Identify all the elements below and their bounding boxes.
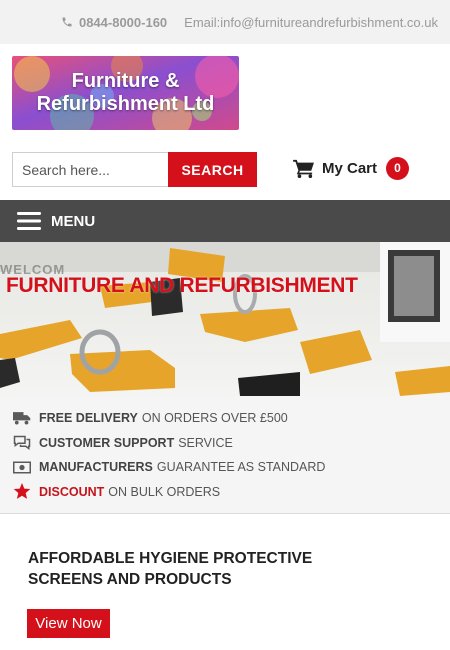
email-link[interactable]: Email:info@furnitureandrefurbishment.co.… [184, 15, 438, 30]
site-logo[interactable]: Furniture & Refurbishment Ltd [12, 56, 239, 130]
feature-bold: FREE DELIVERY [39, 411, 138, 426]
feature-manufacturers: MANUFACTURERS GUARANTEE AS STANDARD [12, 455, 450, 480]
money-icon [12, 459, 32, 475]
feature-free-delivery: FREE DELIVERY ON ORDERS OVER £500 [12, 406, 450, 431]
search-form: SEARCH [12, 152, 257, 187]
logo-text: Furniture & Refurbishment Ltd [12, 56, 239, 130]
search-input[interactable] [12, 152, 168, 187]
features-strip: FREE DELIVERY ON ORDERS OVER £500 CUSTOM… [0, 396, 450, 514]
hamburger-icon [17, 212, 41, 230]
truck-icon [12, 410, 32, 426]
feature-text: SERVICE [178, 435, 233, 450]
phone-number: 0844-8000-160 [78, 14, 168, 30]
logo-line-1: Furniture & [71, 70, 180, 92]
cart-label: My Cart [322, 159, 378, 177]
feature-discount: DISCOUNT ON BULK ORDERS [12, 480, 450, 505]
feature-text: ON ORDERS OVER £500 [141, 411, 288, 426]
hero-banner[interactable]: WELCOM FURNITURE AND REFURBISHMENT [0, 242, 450, 396]
view-now-button[interactable]: View Now [27, 609, 110, 638]
hero-title: FURNITURE AND REFURBISHMENT [6, 274, 358, 297]
menu-toggle[interactable]: MENU [0, 200, 450, 242]
cart-link[interactable]: My Cart 0 [293, 155, 410, 181]
chat-icon [12, 435, 32, 451]
feature-bold: CUSTOMER SUPPORT [39, 435, 175, 450]
promo-heading: AFFORDABLE HYGIENE PROTECTIVE SCREENS AN… [28, 550, 313, 588]
star-icon [12, 483, 32, 500]
feature-customer-support: CUSTOMER SUPPORT SERVICE [12, 431, 450, 456]
top-info-bar: 0844-8000-160 Email:info@furnitureandref… [0, 0, 450, 44]
feature-bold: DISCOUNT [39, 484, 105, 499]
cart-count-badge: 0 [386, 156, 410, 180]
menu-label: MENU [51, 212, 96, 230]
search-button[interactable]: SEARCH [168, 152, 257, 187]
phone-link[interactable]: 0844-8000-160 [61, 15, 167, 30]
logo-line-2: Refurbishment Ltd [36, 93, 215, 115]
feature-text: ON BULK ORDERS [108, 484, 221, 499]
feature-text: GUARANTEE AS STANDARD [156, 460, 326, 475]
phone-icon [62, 17, 72, 27]
cart-icon [293, 159, 314, 178]
feature-bold: MANUFACTURERS [39, 460, 153, 475]
hero-image [0, 242, 450, 396]
